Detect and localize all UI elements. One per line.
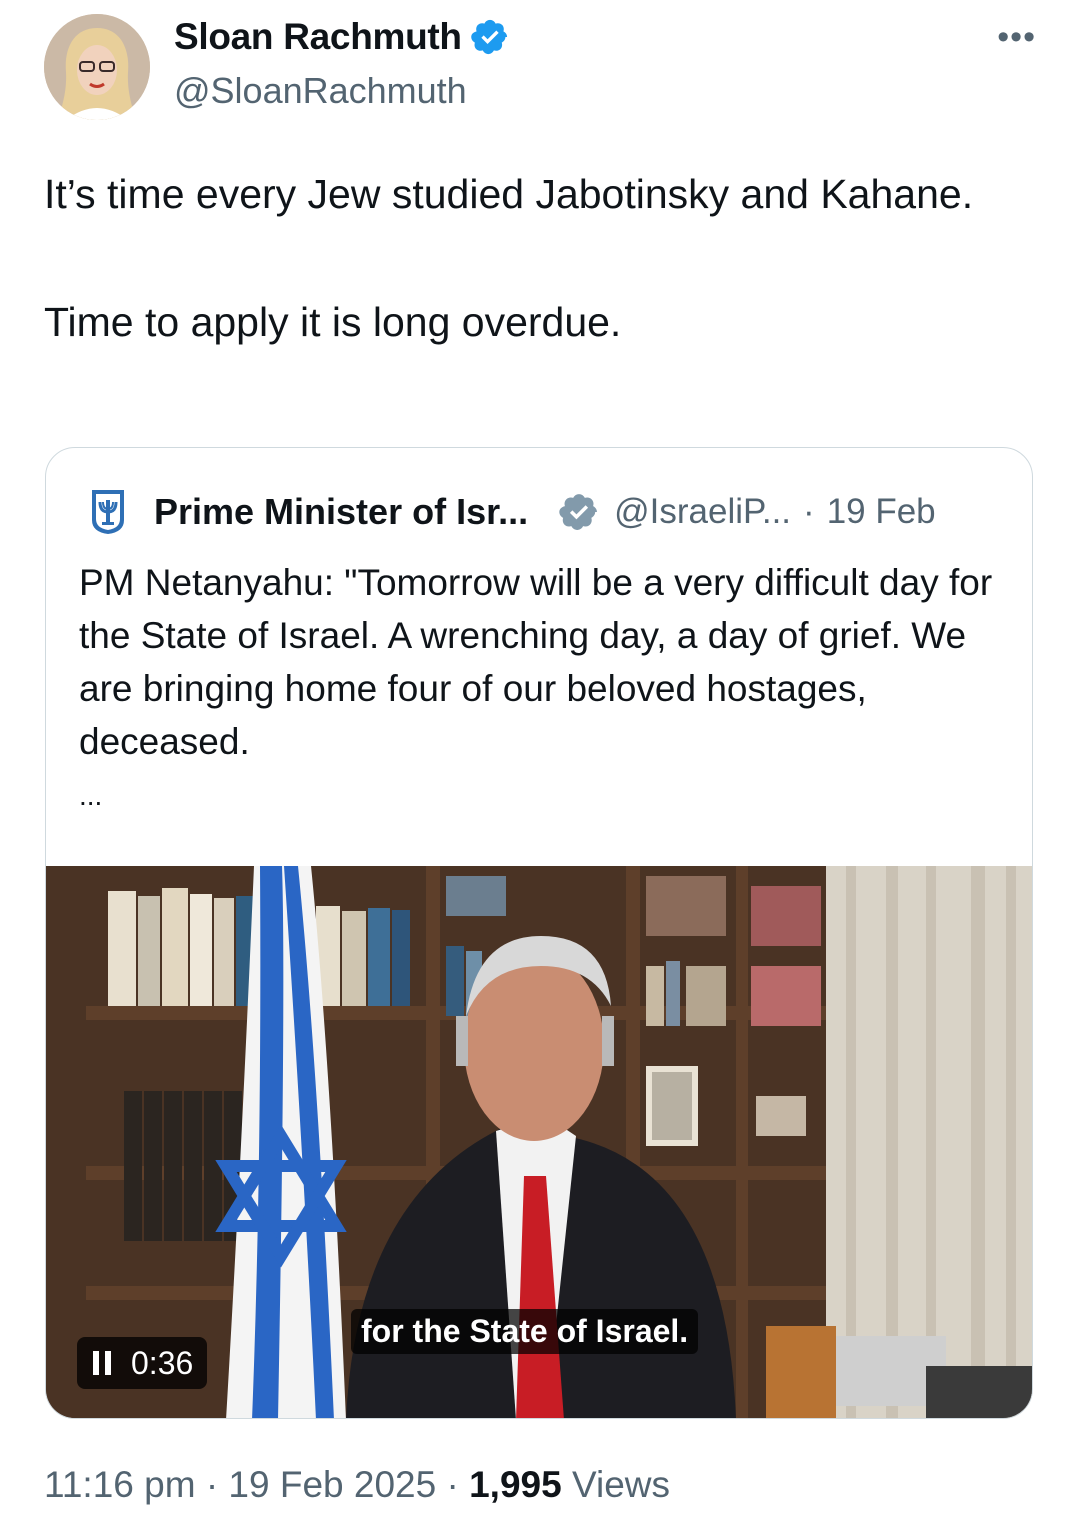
video-timestamp: 0:36 (131, 1344, 194, 1381)
video-playback-control[interactable]: 0:36 (77, 1337, 208, 1389)
tweet-paragraph-1: It’s time every Jew studied Jabotinsky a… (44, 171, 974, 217)
author-name-text[interactable]: Sloan Rachmuth (174, 16, 462, 58)
more-options-icon[interactable]: ••• (997, 18, 1036, 57)
author-handle[interactable]: @SloanRachmuth (174, 70, 467, 112)
author-avatar[interactable] (44, 14, 150, 120)
quoted-author-name[interactable]: Prime Minister of Isr... (154, 491, 528, 533)
tweet-meta: 11:16 pm · 19 Feb 2025 · 1,995 Views (44, 1464, 670, 1506)
quoted-date[interactable]: 19 Feb (827, 492, 936, 532)
tweet-paragraph-2: Time to apply it is long overdue. (44, 299, 622, 345)
gov-verified-badge-icon (559, 494, 598, 530)
verified-badge-icon (470, 19, 507, 55)
pause-icon[interactable] (93, 1351, 111, 1375)
views-count: 1,995 (469, 1464, 562, 1505)
quoted-author-handle[interactable]: @IsraeliP... (614, 492, 791, 532)
author-name[interactable]: Sloan Rachmuth (174, 16, 510, 58)
quoted-text-ellipsis: ... (79, 780, 103, 811)
views-label: Views (571, 1464, 671, 1505)
video-caption: for the State of Israel. (351, 1309, 699, 1354)
tweet-date[interactable]: 19 Feb 2025 (228, 1464, 436, 1505)
tweet-text: It’s time every Jew studied Jabotinsky a… (44, 162, 1034, 354)
video-player[interactable]: for the State of Israel. 0:36 (46, 866, 1032, 1418)
quoted-tweet-card[interactable]: Prime Minister of Isr... @IsraeliP... · … (45, 447, 1033, 1419)
meta-separator-2: · (446, 1464, 459, 1505)
israel-emblem-icon (92, 490, 124, 534)
quoted-separator: · (803, 492, 815, 531)
meta-separator-1: · (205, 1464, 219, 1505)
quoted-tweet-text: PM Netanyahu: "Tomorrow will be a very d… (79, 562, 993, 762)
tweet-time[interactable]: 11:16 pm (44, 1464, 196, 1505)
quoted-tweet-header: Prime Minister of Isr... @IsraeliP... · … (90, 486, 1002, 538)
